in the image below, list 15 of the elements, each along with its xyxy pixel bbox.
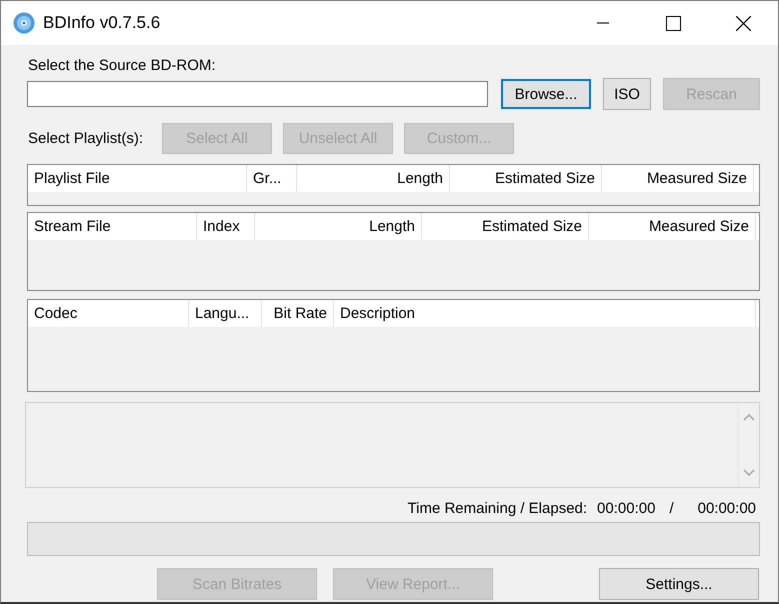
- source-label: Select the Source BD-ROM:: [28, 57, 217, 74]
- time-separator: /: [669, 500, 674, 517]
- close-icon[interactable]: [736, 16, 750, 30]
- window-title: BDInfo v0.7.5.6: [43, 13, 162, 33]
- source-button[interactable]: ISO: [603, 78, 651, 110]
- time-remaining: 00:00:00: [597, 500, 656, 517]
- time-elapsed: 00:00:00: [698, 500, 756, 517]
- minimize-icon[interactable]: [597, 22, 609, 24]
- source-path-field[interactable]: [27, 81, 488, 107]
- maximize-icon[interactable]: [666, 16, 680, 30]
- disc-icon: [13, 12, 35, 34]
- browse-button[interactable]: Browse...: [501, 79, 591, 109]
- time-label: Time Remaining / Elapsed:: [408, 500, 588, 517]
- settings-button[interactable]: Settings...: [599, 568, 759, 600]
- playlist-label: Select Playlist(s):: [28, 130, 144, 147]
